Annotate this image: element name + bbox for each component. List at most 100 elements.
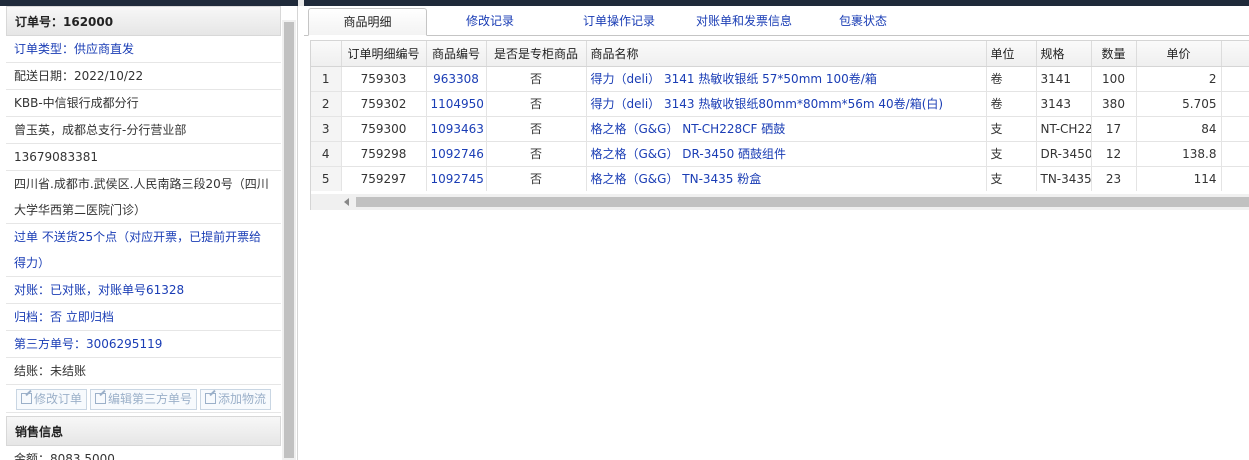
order-info-row: 结账：未结账 bbox=[6, 358, 281, 385]
order-number-header: 订单号：162000 bbox=[6, 6, 281, 36]
cell-product-no[interactable]: 1093463 bbox=[426, 116, 487, 142]
cell-unit-price: 114 bbox=[1136, 166, 1222, 191]
header-unit-price[interactable]: 单价 bbox=[1136, 41, 1222, 67]
edit-order-button[interactable]: 修改订单 bbox=[16, 389, 88, 410]
add-logistics-button[interactable]: 添加物流 bbox=[200, 389, 272, 410]
cell-spec: NT-CH228CF bbox=[1036, 116, 1092, 142]
cell-filler bbox=[1221, 141, 1249, 167]
cell-quantity: 100 bbox=[1091, 66, 1137, 92]
order-info-row: 曾玉英，成都总支行-分行营业部 bbox=[6, 117, 281, 144]
cell-spec: DR-3450 bbox=[1036, 141, 1092, 167]
cell-unit: 支 bbox=[986, 116, 1037, 142]
sales-amount: 金额：8083.5000 bbox=[6, 446, 281, 460]
tab-change-log[interactable]: 修改记录 bbox=[440, 8, 540, 36]
cell-quantity: 17 bbox=[1091, 116, 1137, 142]
header-product-no[interactable]: 商品编号 bbox=[426, 41, 487, 67]
edit-third-party-label: 编辑第三方单号 bbox=[108, 392, 193, 406]
add-logistics-label: 添加物流 bbox=[218, 392, 267, 406]
edit-order-label: 修改订单 bbox=[34, 392, 83, 406]
header-spec[interactable]: 规格 bbox=[1036, 41, 1092, 67]
cell-product-name[interactable]: 格之格（G&G） TN-3435 粉盒 bbox=[586, 166, 987, 191]
cell-filler bbox=[1221, 66, 1249, 92]
header-filler bbox=[1221, 41, 1249, 67]
cell-counter-product: 否 bbox=[486, 141, 587, 167]
order-info-panel: 订单号：162000 订单类型：供应商直发 配送日期：2022/10/22 KBB-… bbox=[0, 6, 298, 460]
cell-spec: 3143 bbox=[1036, 91, 1092, 117]
cell-spec: 3141 bbox=[1036, 66, 1092, 92]
cell-detail-no: 759303 bbox=[341, 66, 427, 92]
table-header-row: 订单明细编号 商品编号 是否是专柜商品 商品名称 单位 规格 数量 单价 bbox=[311, 41, 1249, 67]
sales-info-header: 销售信息 bbox=[6, 416, 281, 446]
table-row[interactable]: 5 759297 1092745 否格之格（G&G） TN-3435 粉盒支 TN-34… bbox=[311, 166, 1249, 191]
header-detail-no[interactable]: 订单明细编号 bbox=[341, 41, 427, 67]
row-index: 3 bbox=[311, 116, 342, 142]
order-info-row: KBB-中信银行成都分行 bbox=[6, 90, 281, 117]
order-info-content: 订单号：162000 订单类型：供应商直发 配送日期：2022/10/22 KBB-… bbox=[6, 6, 281, 460]
cell-unit-price: 84 bbox=[1136, 116, 1222, 142]
header-product-name[interactable]: 商品名称 bbox=[586, 41, 987, 67]
order-info-rows: 订单类型：供应商直发 配送日期：2022/10/22 KBB-中信银行成都分行 曾玉英… bbox=[6, 36, 281, 385]
detail-area: 商品明细 修改记录 订单操作记录 对账单和发票信息 包裹状态 订单明细编号 商品… bbox=[304, 6, 1249, 460]
row-index: 1 bbox=[311, 66, 342, 92]
order-action-buttons: 修改订单 编辑第三方单号 添加物流 bbox=[6, 385, 281, 413]
edit-icon bbox=[95, 393, 107, 404]
cell-filler bbox=[1221, 116, 1249, 142]
edit-third-party-no-button[interactable]: 编辑第三方单号 bbox=[90, 389, 198, 410]
product-detail-grid: 订单明细编号 商品编号 是否是专柜商品 商品名称 单位 规格 数量 单价 1 75… bbox=[310, 40, 1249, 210]
cell-product-no[interactable]: 1104950 bbox=[426, 91, 487, 117]
cell-quantity: 380 bbox=[1091, 91, 1137, 117]
cell-detail-no: 759297 bbox=[341, 166, 427, 191]
edit-icon bbox=[205, 393, 217, 404]
cell-unit: 卷 bbox=[986, 91, 1037, 117]
left-vertical-scrollbar[interactable] bbox=[282, 20, 296, 460]
cell-product-name[interactable]: 得力（deli） 3143 热敏收银纸80mm*80mm*56m 40卷/箱(白… bbox=[586, 91, 987, 117]
cell-quantity: 12 bbox=[1091, 141, 1137, 167]
cell-product-name[interactable]: 格之格（G&G） NT-CH228CF 硒鼓 bbox=[586, 116, 987, 142]
cell-product-no[interactable]: 1092746 bbox=[426, 141, 487, 167]
tab-product-details[interactable]: 商品明细 bbox=[308, 8, 427, 36]
grid-horizontal-scrollbar[interactable] bbox=[311, 194, 1249, 210]
cell-unit-price: 5.705 bbox=[1136, 91, 1222, 117]
order-info-row: 13679083381 bbox=[6, 144, 281, 171]
header-quantity[interactable]: 数量 bbox=[1091, 41, 1137, 67]
order-info-row: 对账：已对账，对账单号61328 bbox=[6, 277, 281, 304]
cell-filler bbox=[1221, 91, 1249, 117]
cell-detail-no: 759298 bbox=[341, 141, 427, 167]
tab-order-operation-log[interactable]: 订单操作记录 bbox=[564, 8, 674, 36]
cell-unit: 支 bbox=[986, 166, 1037, 191]
cell-product-name[interactable]: 得力（deli） 3141 热敏收银纸 57*50mm 100卷/箱 bbox=[586, 66, 987, 92]
detail-tabs: 商品明细 修改记录 订单操作记录 对账单和发票信息 包裹状态 bbox=[304, 6, 1249, 36]
table-row[interactable]: 4 759298 1092746 否格之格（G&G） DR-3450 硒鼓组件支 DR-… bbox=[311, 141, 1249, 167]
table-row[interactable]: 3 759300 1093463 否格之格（G&G） NT-CH228CF 硒鼓支 NT… bbox=[311, 116, 1249, 142]
cell-counter-product: 否 bbox=[486, 166, 587, 191]
cell-product-no[interactable]: 963308 bbox=[426, 66, 487, 92]
order-info-row: 四川省.成都市.武侯区.人民南路三段20号（四川大学华西第二医院门诊） bbox=[6, 171, 281, 224]
edit-icon bbox=[21, 393, 32, 404]
cell-counter-product: 否 bbox=[486, 66, 587, 92]
left-scroll-thumb[interactable] bbox=[284, 22, 294, 458]
cell-unit: 支 bbox=[986, 141, 1037, 167]
row-index: 4 bbox=[311, 141, 342, 167]
cell-detail-no: 759300 bbox=[341, 116, 427, 142]
grid-scroll-thumb[interactable] bbox=[356, 197, 1249, 207]
header-unit[interactable]: 单位 bbox=[986, 41, 1037, 67]
order-info-row: 第三方单号：3006295119 bbox=[6, 331, 281, 358]
table-row[interactable]: 1 759303 963308 否得力（deli） 3141 热敏收银纸 57*50m… bbox=[311, 66, 1249, 92]
cell-detail-no: 759302 bbox=[341, 91, 427, 117]
scroll-left-arrow-icon[interactable] bbox=[344, 198, 349, 206]
row-index: 2 bbox=[311, 91, 342, 117]
cell-product-no[interactable]: 1092745 bbox=[426, 166, 487, 191]
cell-filler bbox=[1221, 166, 1249, 191]
tab-statement-invoice[interactable]: 对账单和发票信息 bbox=[680, 8, 808, 36]
product-table: 订单明细编号 商品编号 是否是专柜商品 商品名称 单位 规格 数量 单价 1 75… bbox=[311, 41, 1249, 191]
header-index bbox=[311, 41, 342, 67]
cell-unit-price: 2 bbox=[1136, 66, 1222, 92]
order-info-row: 归档：否 立即归档 bbox=[6, 304, 281, 331]
row-index: 5 bbox=[311, 166, 342, 191]
cell-product-name[interactable]: 格之格（G&G） DR-3450 硒鼓组件 bbox=[586, 141, 987, 167]
cell-spec: TN-3435 bbox=[1036, 166, 1092, 191]
header-counter-product[interactable]: 是否是专柜商品 bbox=[486, 41, 587, 67]
table-row[interactable]: 2 759302 1104950 否得力（deli） 3143 热敏收银纸80mm*8… bbox=[311, 91, 1249, 117]
grid-viewport: 订单明细编号 商品编号 是否是专柜商品 商品名称 单位 规格 数量 单价 1 75… bbox=[311, 41, 1249, 191]
tab-package-status[interactable]: 包裹状态 bbox=[818, 8, 908, 36]
